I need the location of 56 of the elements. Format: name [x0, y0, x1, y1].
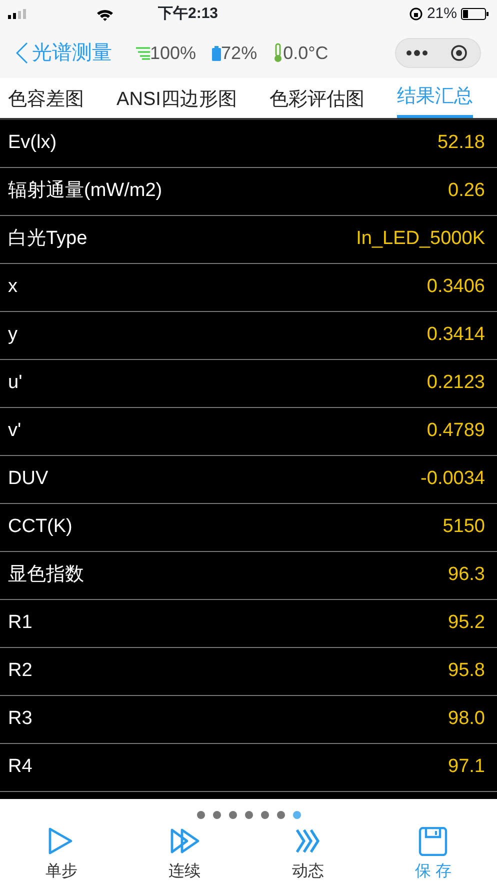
battery-icon	[461, 8, 489, 20]
row-value: 0.26	[448, 179, 485, 204]
back-icon	[16, 42, 28, 64]
nav-button[interactable]: 单步	[40, 826, 84, 883]
row-value: 52.18	[437, 131, 485, 156]
page-dot[interactable]	[260, 811, 268, 819]
nav-button[interactable]: 动态	[286, 826, 330, 883]
row-label: R3	[8, 707, 32, 732]
wifi-icon	[96, 8, 114, 20]
page-dot[interactable]	[292, 811, 300, 819]
row-label: v'	[8, 419, 22, 444]
temperature-reading: 0.0°C	[283, 42, 328, 64]
rotation-lock-icon	[408, 7, 423, 21]
save-icon	[418, 826, 448, 856]
row-label: Ev(lx)	[8, 131, 57, 156]
double-play-icon	[170, 826, 200, 856]
row-label: R2	[8, 659, 32, 684]
row-label: u'	[8, 371, 22, 396]
signal-reading: 100%	[150, 42, 196, 64]
battery-reading: 72%	[221, 42, 258, 64]
row-label: DUV	[8, 467, 48, 492]
signal-bars-icon	[136, 46, 150, 60]
row-value: 0.3406	[426, 275, 485, 300]
tab[interactable]: 色容差图	[8, 82, 84, 118]
nav-button[interactable]: 连续	[162, 826, 207, 883]
row-label: y	[8, 323, 18, 348]
page-dot[interactable]	[276, 811, 284, 819]
row-value: 95.2	[448, 611, 485, 636]
row-value: 5150	[442, 515, 485, 540]
row-value: 96.3	[448, 563, 485, 588]
signal-icon	[8, 9, 26, 19]
row-value: 0.4789	[426, 419, 485, 444]
row-label: 白光Type	[8, 227, 88, 252]
row-label: R4	[8, 755, 32, 780]
page-dot[interactable]	[228, 811, 236, 819]
page-dot[interactable]	[212, 811, 220, 819]
row-label: R1	[8, 611, 32, 636]
page-dot[interactable]	[196, 811, 204, 819]
row-value: 0.3414	[426, 323, 485, 348]
row-label: x	[8, 275, 18, 300]
thermometer-icon	[273, 43, 284, 63]
row-value: 98.0	[448, 707, 485, 732]
row-value: 0.2123	[426, 371, 485, 396]
tab[interactable]: 色彩评估图	[269, 82, 364, 118]
row-value: In_LED_5000K	[356, 227, 485, 252]
status-time: 下午2:13	[158, 4, 218, 24]
row-value: -0.0034	[420, 467, 485, 492]
row-label: 辐射通量(mW/m2)	[8, 179, 162, 204]
page-dot[interactable]	[244, 811, 252, 819]
row-label: 显色指数	[8, 563, 84, 588]
tab[interactable]: ANSI四边形图	[116, 82, 237, 118]
row-value: 97.1	[448, 755, 485, 780]
row-value: 95.8	[448, 659, 485, 684]
row-label: CCT(K)	[8, 515, 72, 540]
battery-percent: 21%	[426, 4, 457, 24]
battery-icon	[212, 46, 222, 60]
